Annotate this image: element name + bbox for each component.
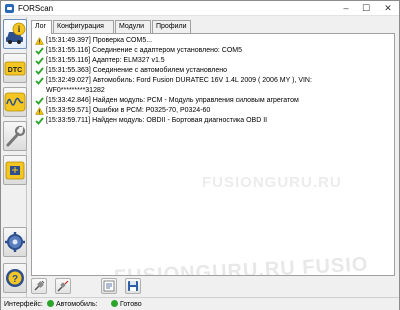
log-entry-text: [15:32:49.027] Автомобиль: Ford Fusion D…: [46, 77, 312, 94]
close-button[interactable]: ✕: [379, 1, 397, 16]
interface-label: Интерфейс:: [4, 301, 43, 308]
window-title: FORScan: [18, 4, 54, 13]
tab-configuration[interactable]: Конфигурация: [53, 20, 114, 33]
gear-icon: [5, 232, 25, 252]
log-entry: [15:33:59.711] Найден модуль: OBDII - Бо…: [32, 116, 394, 126]
svg-text:?: ?: [12, 274, 18, 285]
log-entry-text: [15:31:55.363] Соединение с автомобилем …: [46, 67, 228, 74]
forscan-app-icon: [5, 4, 14, 13]
sidebar-help-button[interactable]: ?: [3, 263, 27, 293]
warning-icon: [35, 106, 44, 115]
forscan-window: FORScan – ☐ ✕ i DTC ? Лог Конфигурация М…: [0, 0, 400, 310]
info-car-icon: i: [6, 22, 26, 44]
warning-icon: [35, 37, 44, 45]
check-icon: [35, 67, 44, 75]
tab-profiles[interactable]: Профили: [152, 20, 191, 33]
title-bar: FORScan – ☐ ✕: [1, 1, 399, 16]
check-icon: [35, 116, 44, 125]
sidebar-info-button[interactable]: i: [3, 19, 27, 49]
clear-log-button[interactable]: [101, 278, 117, 294]
check-icon: [35, 77, 44, 85]
connect-button[interactable]: [31, 278, 47, 294]
sidebar-tests-button[interactable]: [3, 121, 27, 151]
ready-status-ok-icon: [111, 300, 118, 307]
unplug-icon: [57, 280, 69, 292]
help-icon: ?: [6, 269, 24, 287]
status-bar: Интерфейс: Автомобиль: Готово: [1, 297, 399, 310]
clear-icon: [103, 280, 115, 292]
ready-status: Готово: [111, 298, 142, 310]
car-status: Автомобиль:: [47, 298, 98, 310]
log-entry-text: [15:31:55.116] Соединение с адаптером ус…: [46, 47, 243, 54]
check-icon: [35, 96, 44, 105]
car-status-ok-icon: [47, 300, 54, 307]
log-entry-text: [15:31:55.116] Адаптер: ELM327 v1.5: [46, 57, 165, 64]
tab-log[interactable]: Лог: [31, 20, 52, 34]
log-entry: [15:31:55.116] Адаптер: ELM327 v1.5: [32, 56, 394, 66]
log-entry: [15:31:55.116] Соединение с адаптером ус…: [32, 46, 394, 56]
check-icon: [35, 57, 44, 65]
sidebar-programming-button[interactable]: [3, 155, 27, 185]
oscilloscope-icon: [4, 92, 26, 112]
log-list: [15:31:49.397] Проверка COM5... [15:31:5…: [32, 36, 394, 126]
watermark-bottom: FUSIONGURU.RU FUSIO: [113, 253, 369, 276]
plug-icon: [34, 280, 45, 291]
sidebar-settings-button[interactable]: [3, 227, 27, 257]
ready-status-label: Готово: [120, 301, 142, 308]
save-log-button[interactable]: [125, 278, 141, 294]
watermark-top: FUSIONGURU.RU: [202, 174, 342, 191]
tab-modules[interactable]: Модули: [115, 20, 151, 33]
wrench-icon: [6, 125, 26, 147]
minimize-button[interactable]: –: [337, 1, 355, 16]
log-entry: [15:33:42.846] Найден модуль: PCM - Моду…: [32, 96, 394, 106]
log-entry-text: [15:31:49.397] Проверка COM5...: [46, 37, 153, 44]
log-entry: [15:31:55.363] Соединение с автомобилем …: [32, 66, 394, 76]
log-entry: [15:32:49.027] Автомобиль: Ford Fusion D…: [32, 76, 362, 95]
sidebar-oscilloscope-button[interactable]: [3, 87, 27, 117]
car-status-label: Автомобиль:: [56, 301, 98, 308]
log-entry-text: [15:33:59.711] Найден модуль: OBDII - Бо…: [46, 116, 268, 124]
log-entry: [15:33:59.571] Ошибки в PCM: P0325-70, P…: [32, 106, 394, 116]
dtc-icon: DTC: [4, 61, 26, 76]
floppy-icon: [128, 281, 138, 291]
disconnect-button[interactable]: [55, 278, 71, 294]
sidebar-dtc-button[interactable]: DTC: [3, 53, 27, 83]
check-icon: [35, 47, 44, 55]
log-pane[interactable]: FUSIONGURU.RU [15:31:49.397] Проверка CO…: [31, 33, 395, 276]
log-entry-text: [15:33:42.846] Найден модуль: PCM - Моду…: [46, 96, 299, 104]
sidebar: i DTC ?: [1, 17, 27, 297]
log-entry: [15:31:49.397] Проверка COM5...: [32, 36, 394, 46]
log-entry-text: [15:33:59.571] Ошибки в PCM: P0325-70, P…: [46, 106, 211, 114]
svg-text:DTC: DTC: [8, 67, 22, 74]
chip-icon: [5, 161, 25, 180]
maximize-button[interactable]: ☐: [357, 1, 375, 16]
